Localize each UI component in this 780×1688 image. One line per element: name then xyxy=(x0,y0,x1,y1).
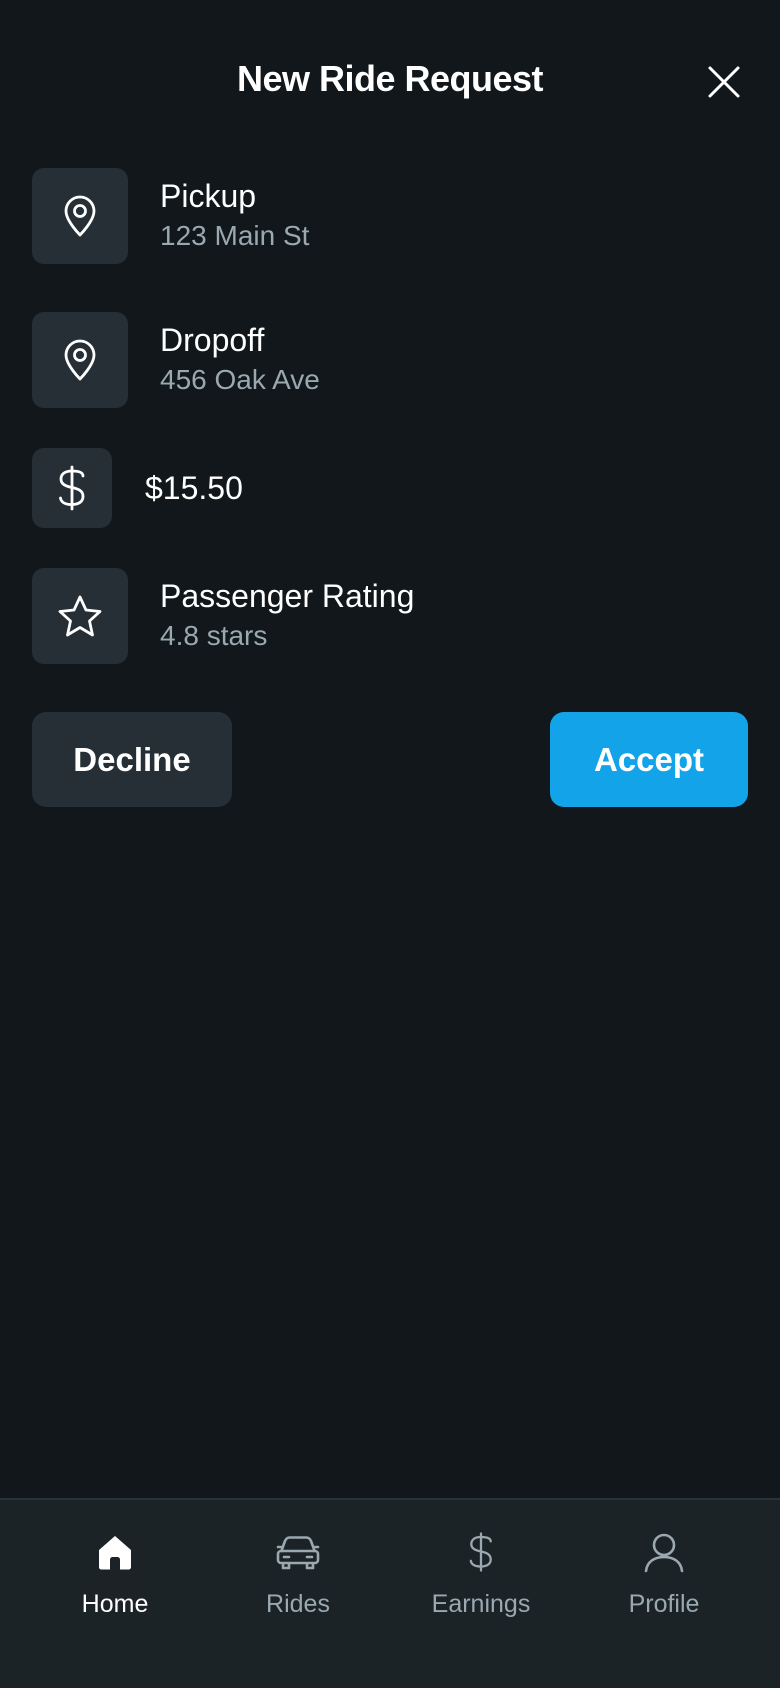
pickup-row: Pickup 123 Main St xyxy=(32,168,748,264)
fare-icon-box xyxy=(32,448,112,528)
fare-row: $15.50 xyxy=(32,448,748,528)
tab-earnings-label: Earnings xyxy=(431,1590,531,1618)
rating-row: Passenger Rating 4.8 stars xyxy=(32,568,748,664)
tab-home-label: Home xyxy=(81,1590,149,1618)
home-icon xyxy=(99,1536,131,1570)
page-title: New Ride Request xyxy=(236,58,544,99)
close-button[interactable] xyxy=(700,58,748,106)
tab-earnings[interactable]: Earnings xyxy=(401,1500,561,1650)
dropoff-icon-box xyxy=(32,312,128,408)
user-icon xyxy=(644,1533,684,1573)
tab-profile[interactable]: Profile xyxy=(584,1500,744,1650)
fare-amount: $15.50 xyxy=(145,470,243,506)
dropoff-label: Dropoff xyxy=(160,322,265,358)
tab-home[interactable]: Home xyxy=(35,1500,195,1650)
dollar-icon xyxy=(59,465,85,511)
close-icon xyxy=(708,66,740,98)
dropoff-row: Dropoff 456 Oak Ave xyxy=(32,312,748,408)
map-pin-icon xyxy=(64,339,96,381)
dropoff-text: Dropoff 456 Oak Ave xyxy=(160,320,320,400)
pickup-label: Pickup xyxy=(160,178,257,214)
map-pin-icon xyxy=(64,195,96,237)
bottom-tab-bar: Home Rides Earnings Profile xyxy=(0,1498,780,1688)
tab-profile-label: Profile xyxy=(628,1590,700,1618)
pickup-icon-box xyxy=(32,168,128,264)
rating-text: Passenger Rating 4.8 stars xyxy=(160,576,414,656)
pickup-address: 123 Main St xyxy=(160,220,310,251)
tab-rides-label: Rides xyxy=(266,1590,330,1618)
pickup-text: Pickup 123 Main St xyxy=(160,176,309,256)
decline-button[interactable]: Decline xyxy=(32,712,232,807)
ride-request-screen: New Ride Request Pickup 123 Main St Drop… xyxy=(0,0,780,1688)
rating-label: Passenger Rating xyxy=(160,578,415,614)
rating-icon-box xyxy=(32,568,128,664)
star-icon xyxy=(58,595,102,637)
tab-rides[interactable]: Rides xyxy=(218,1500,378,1650)
dollar-icon xyxy=(469,1532,492,1572)
accept-button[interactable]: Accept xyxy=(550,712,748,807)
rating-value: 4.8 stars xyxy=(160,620,268,651)
header: New Ride Request xyxy=(0,0,780,160)
dropoff-address: 456 Oak Ave xyxy=(160,364,320,395)
car-icon xyxy=(276,1536,320,1570)
